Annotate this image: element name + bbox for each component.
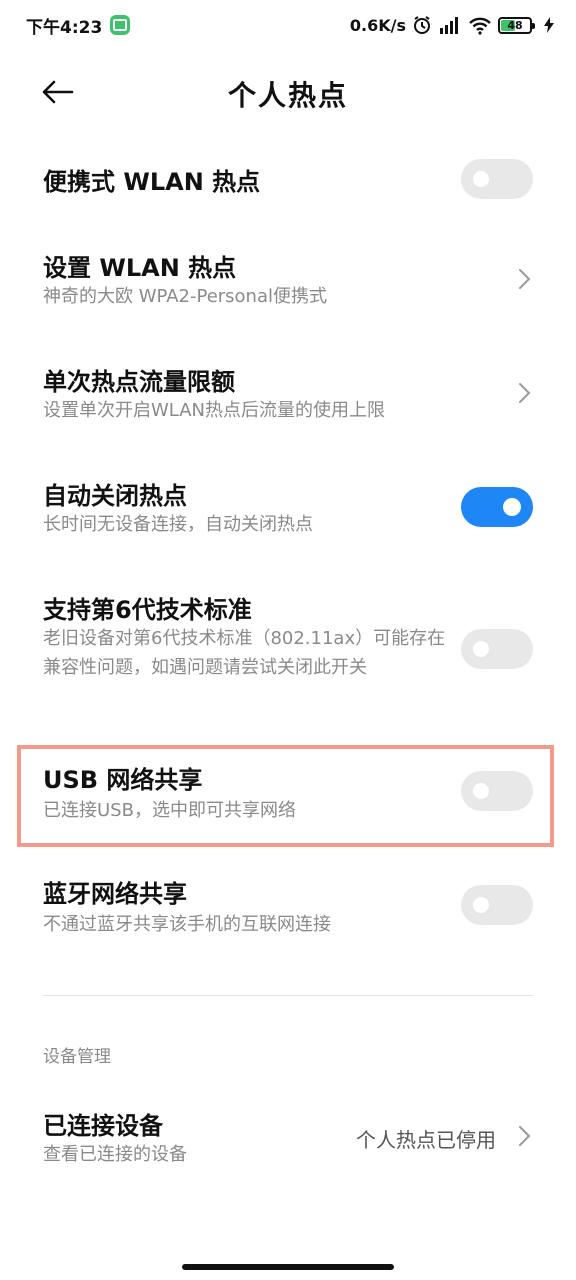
toggle-knob [473,783,489,799]
bluetooth-tethering-toggle[interactable] [461,885,533,925]
signal-icon [438,15,462,35]
battery-level: 48 [507,18,523,32]
setting-title: USB 网络共享 [43,766,203,794]
setting-data-limit[interactable]: 单次热点流量限额 设置单次开启WLAN热点后流量的使用上限 [0,350,576,440]
section-divider [43,995,533,996]
chevron-right-icon [519,383,531,403]
setting-wifi6[interactable]: 支持第6代技术标准 老旧设备对第6代技术标准（802.11ax）可能存在兼容性问… [0,578,576,718]
usb-tethering-toggle[interactable] [461,771,533,811]
setting-setup-wlan[interactable]: 设置 WLAN 热点 神奇的大欧 WPA2-Personal便携式 [0,236,576,326]
wifi-icon [468,15,492,35]
setting-title: 支持第6代技术标准 [43,596,252,624]
setting-usb-tethering[interactable]: USB 网络共享 已连接USB，选中即可共享网络 [0,750,576,840]
network-speed: 0.6K/s [349,15,406,35]
home-indicator[interactable] [182,1264,394,1270]
battery-icon: 48 [498,16,535,34]
toggle-knob [473,897,489,913]
setting-title: 单次热点流量限额 [43,368,235,396]
setting-auto-close[interactable]: 自动关闭热点 长时间无设备连接，自动关闭热点 [0,464,576,554]
status-right: 0.6K/s 48 [350,15,554,35]
toggle-knob [503,498,521,516]
setting-title: 便携式 WLAN 热点 [43,168,261,196]
toggle-knob [473,641,489,657]
hotspot-status-value: 个人热点已停用 [356,1128,496,1152]
setting-portable-wlan[interactable]: 便携式 WLAN 热点 [0,150,576,210]
auto-close-toggle[interactable] [461,487,533,527]
setting-connected-devices[interactable]: 已连接设备 查看已连接的设备 个人热点已停用 [0,1096,576,1186]
setting-subtitle: 不通过蓝牙共享该手机的互联网连接 [43,914,331,935]
setting-subtitle: 已连接USB，选中即可共享网络 [43,800,296,821]
charging-icon [544,17,554,33]
setting-title: 设置 WLAN 热点 [43,254,237,282]
chevron-right-icon [519,269,531,289]
section-label: 设备管理 [43,1047,111,1067]
status-bar: 下午4:23 0.6K/s 48 [0,0,576,50]
setting-bluetooth-tethering[interactable]: 蓝牙网络共享 不通过蓝牙共享该手机的互联网连接 [0,864,576,954]
setting-title: 自动关闭热点 [43,482,187,510]
header: 个人热点 [0,60,576,124]
page-title: 个人热点 [227,79,348,112]
setting-title: 蓝牙网络共享 [43,880,187,908]
toggle-knob [473,171,489,187]
status-time: 下午4:23 [26,17,103,38]
chevron-right-icon [519,1126,531,1146]
setting-subtitle: 神奇的大欧 WPA2-Personal便携式 [43,286,328,307]
setting-subtitle: 长时间无设备连接，自动关闭热点 [43,514,313,535]
setting-subtitle: 老旧设备对第6代技术标准（802.11ax）可能存在兼容性问题，如遇问题请尝试关… [43,628,446,678]
setting-subtitle: 设置单次开启WLAN热点后流量的使用上限 [43,400,386,421]
wifi6-toggle[interactable] [461,629,533,669]
app-notification-icon [110,15,131,35]
portable-wlan-toggle[interactable] [461,159,533,199]
status-left: 下午4:23 [26,13,131,38]
setting-title: 已连接设备 [43,1112,163,1140]
alarm-icon [412,15,432,35]
